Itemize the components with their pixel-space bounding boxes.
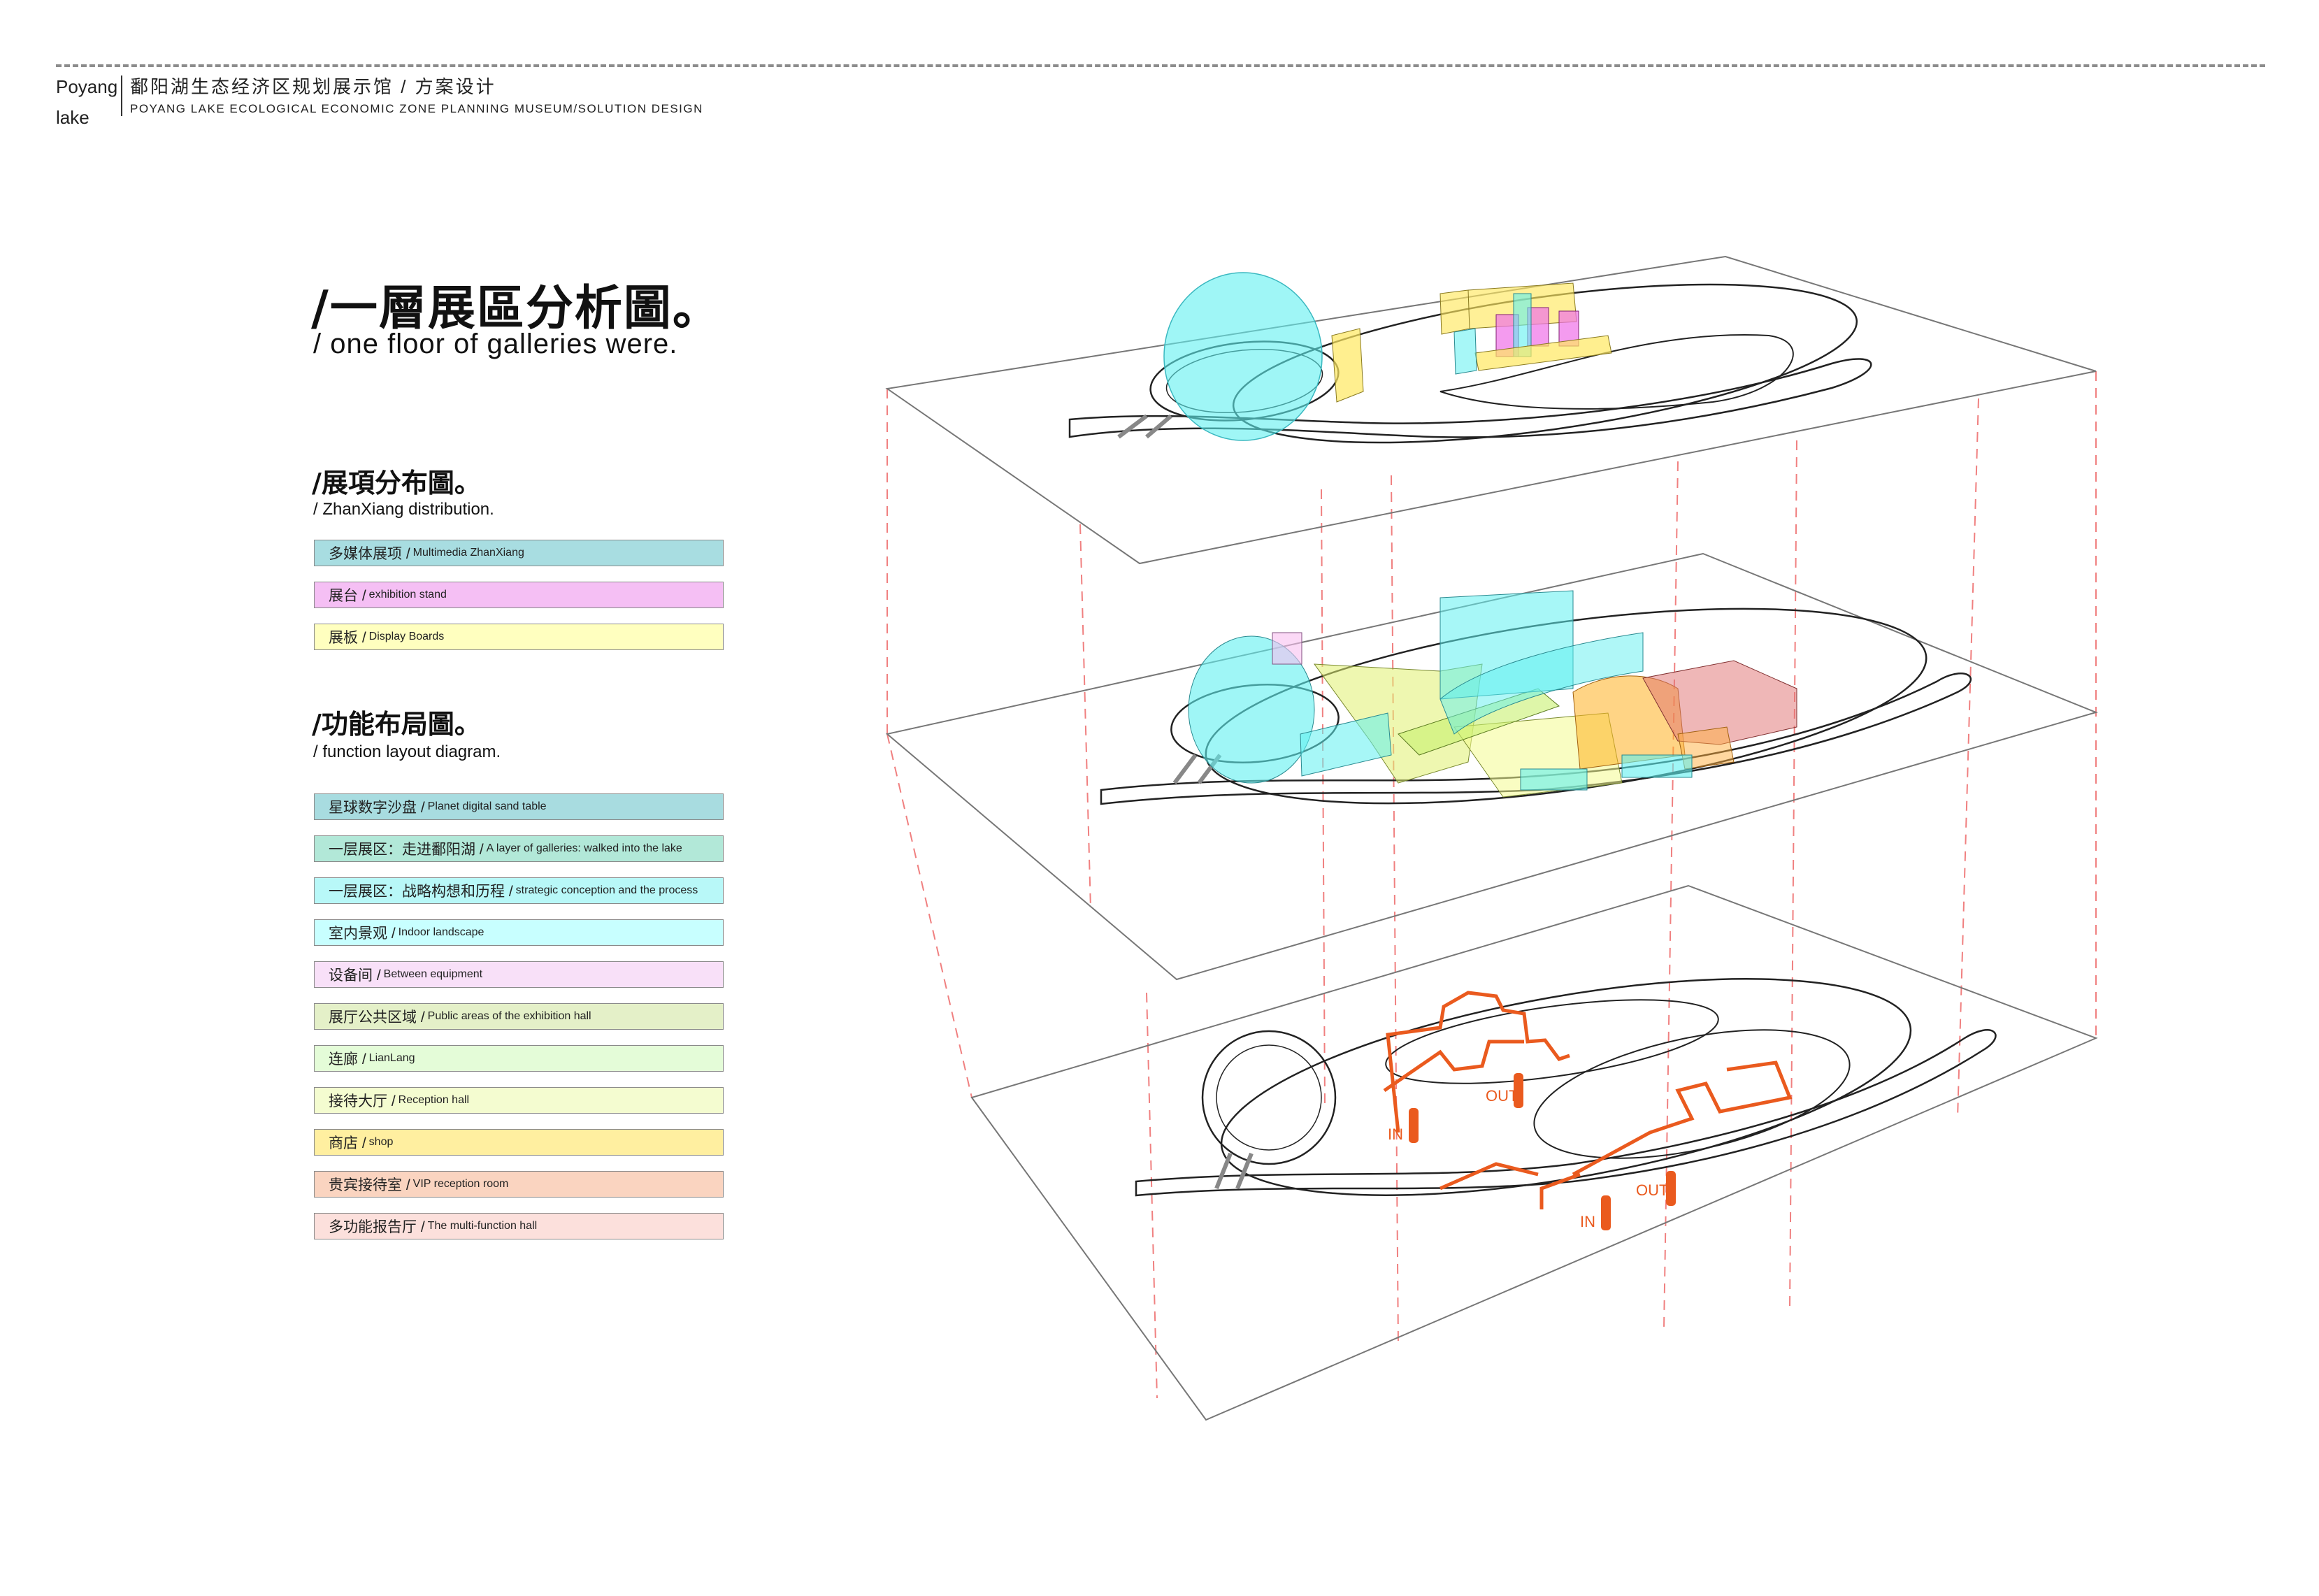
flow-label-out-right: OUT [1636,1181,1668,1199]
building-outline-bottom [1220,978,1912,1196]
guide-line [1789,440,1797,1308]
exhibits-top [1163,272,1612,441]
flow-label-out-center: OUT [1486,1087,1518,1105]
slab-top [885,255,2097,565]
inner-wing-bottom [1533,1029,1851,1159]
equipment-room-middle [1272,632,1302,665]
person-figure-in-bottom [1601,1195,1611,1230]
guide-line [1146,992,1158,1399]
ramp-bottom-1 [1214,1152,1233,1190]
exploded-floor-diagram: IN OUT OUT IN [885,255,2099,1421]
person-figure-in-left [1409,1108,1419,1143]
guide-line [1079,524,1091,910]
planet-dome-top [1163,272,1323,441]
floor-plan-bottom [1135,978,1997,1197]
indoor-landscape-box-1 [1520,768,1588,791]
vertical-guide-lines [886,371,2097,1399]
planet-ring-bottom [1201,1030,1337,1165]
flow-path-right [1572,1061,1793,1177]
slab-bottom: IN OUT OUT IN [970,884,2098,1421]
gallery-curve-wall-middle [1300,712,1392,777]
slab-middle [885,552,2099,981]
guide-line [1957,398,1979,1119]
guide-line [1321,489,1326,1105]
slab-bottom-frame [970,884,2098,1421]
visitor-flow-paths [1383,991,1793,1209]
zones-middle [1188,590,1797,798]
ramp-middle-1 [1172,754,1198,784]
indoor-landscape-box-2 [1621,754,1693,778]
ramp-top-1 [1117,414,1148,439]
multimedia-panel-top [1453,328,1477,375]
ramp-top-2 [1145,414,1172,439]
guide-line [1391,475,1399,1346]
guide-line [886,733,972,1098]
inner-core-top [1439,334,1794,410]
walkway-bottom [1135,1029,1997,1197]
flow-label-in-left: IN [1388,1126,1403,1143]
display-board-curve-top [1331,328,1364,403]
flow-label-in-bottom: IN [1580,1213,1595,1230]
planet-map-bottom [1216,1044,1322,1151]
flow-path-entry [1539,1172,1581,1209]
